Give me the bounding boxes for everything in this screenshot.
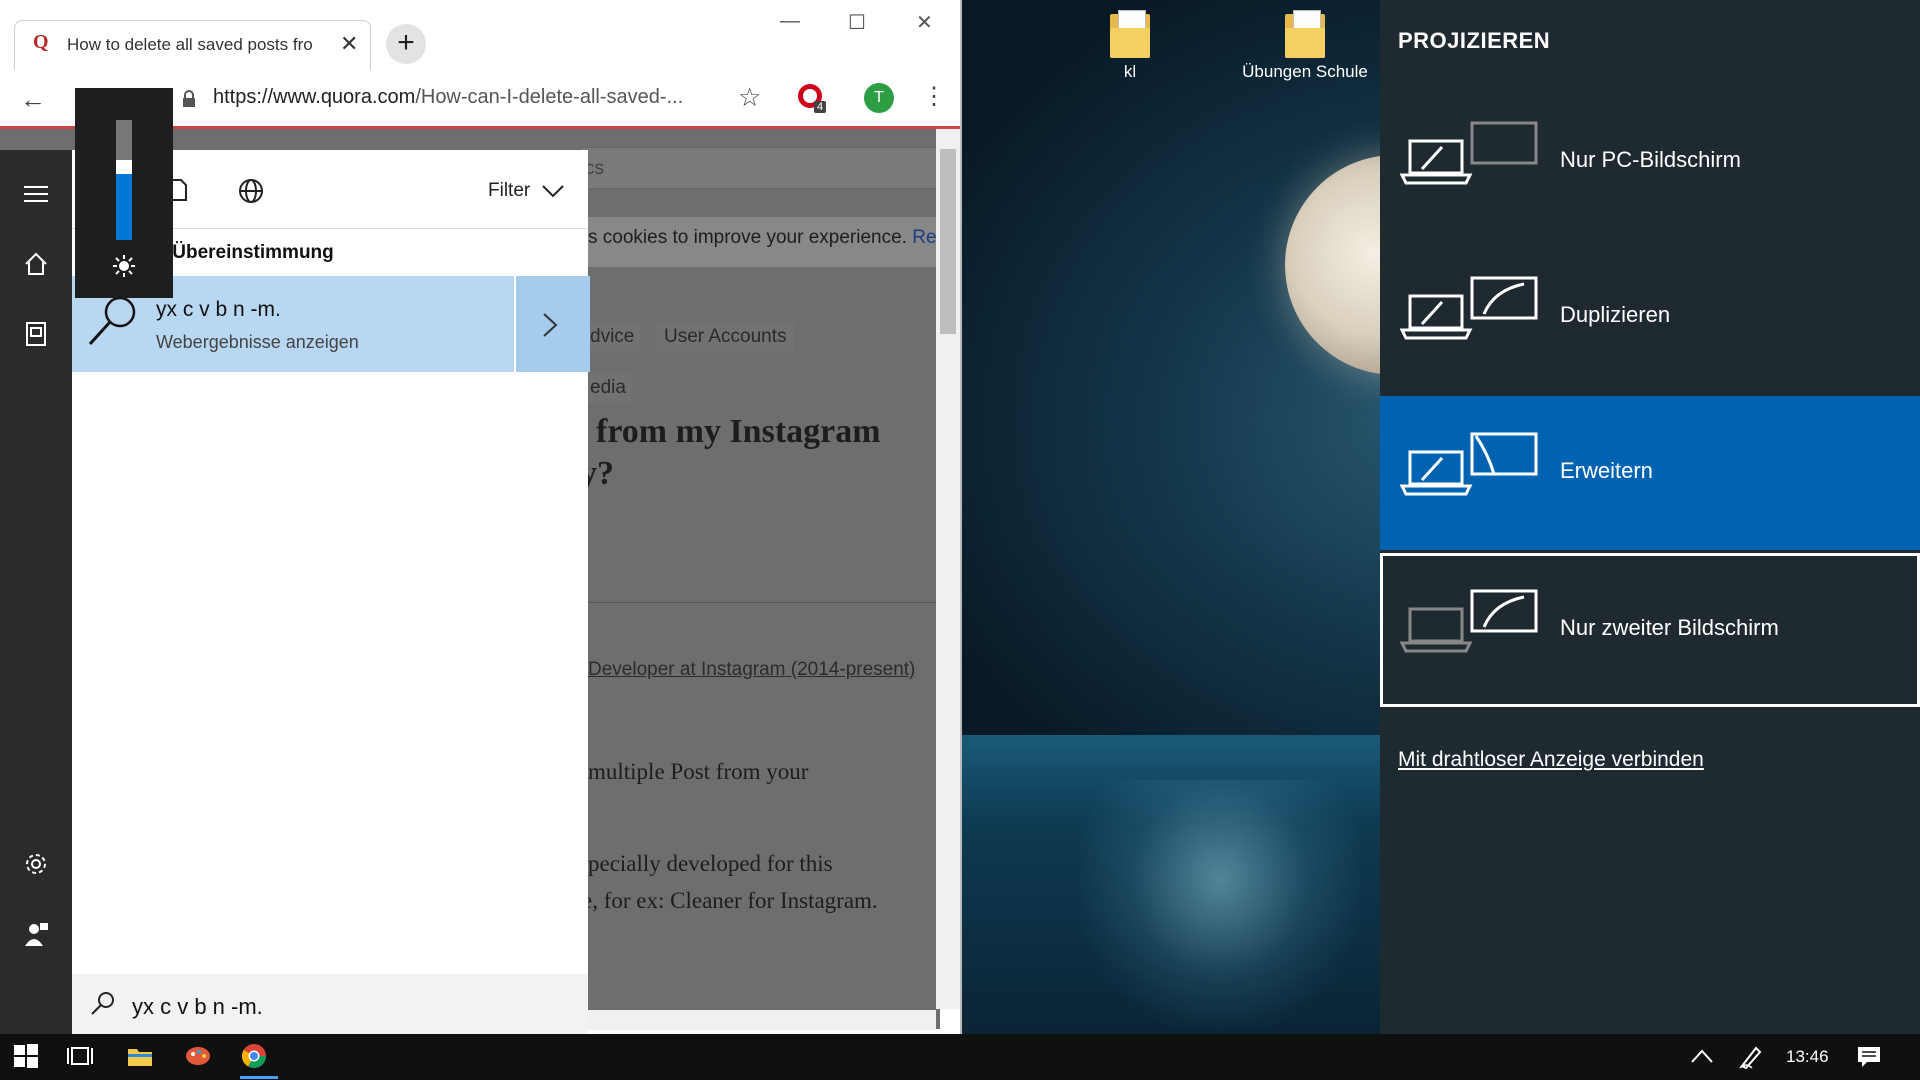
new-tab-button[interactable]: + [386,24,426,64]
wireless-display-link[interactable]: Mit drahtloser Anzeige verbinden [1398,748,1704,772]
close-tab-icon[interactable]: ✕ [340,31,358,57]
pc-screen-only-icon [1400,119,1540,189]
filter-button[interactable]: Filter [488,180,564,202]
taskbar: 13:46 [0,1034,1920,1080]
page-scrollbar[interactable] [936,129,960,1009]
topic-tag[interactable]: dvice [584,322,641,352]
author-credential[interactable]: Developer at Instagram (2014-present) [588,659,915,681]
quora-favicon-icon: Q [33,31,49,53]
project-option-duplicate[interactable]: Duplizieren [1380,240,1920,394]
sun-icon [112,254,136,278]
project-option-label: Nur PC-Bildschirm [1560,147,1741,172]
browser-tab[interactable]: Q How to delete all saved posts fro ✕ [14,20,371,71]
answer-text: pecially developed for this [588,851,833,876]
extend-icon [1400,430,1540,500]
taskbar-clock[interactable]: 13:46 [1786,1047,1829,1067]
project-option-pc-only[interactable]: Nur PC-Bildschirm [1380,85,1920,239]
result-subtitle: Webergebnisse anzeigen [156,332,359,352]
chrome-taskbar-icon[interactable] [240,1042,270,1072]
project-option-label: Nur zweiter Bildschirm [1560,615,1779,640]
task-view-icon[interactable] [66,1042,96,1072]
desktop-icon-kl[interactable]: kl [1055,10,1205,82]
brightness-slider-thumb[interactable] [116,160,132,174]
lock-icon[interactable] [182,90,196,108]
search-query-text: yx c v b n -m. [132,994,263,1019]
project-option-label: Erweitern [1560,458,1653,483]
result-query: yx c v b n -m. [156,298,281,321]
brightness-flyout [75,88,173,298]
web-globe-icon[interactable] [238,178,264,204]
answer-text: e, for ex: Cleaner for Instagram. [582,888,878,913]
page-search-box[interactable]: cs [580,147,938,189]
project-panel: PROJIZIEREN Nur PC-Bildschirm Dupliziere… [1380,0,1920,1034]
desktop-icon-label: kl [1123,62,1137,81]
brightness-level-fill [116,174,132,240]
search-side-nav [0,150,72,1034]
extension-badge: 4 [814,101,827,113]
minimize-icon[interactable]: — [780,10,800,33]
action-center-icon[interactable] [1856,1044,1886,1074]
hamburger-menu-icon[interactable] [22,180,50,208]
tab-title: How to delete all saved posts fro [67,35,313,54]
project-option-label: Duplizieren [1560,302,1671,327]
cookie-notice: s cookies to improve your experience. Re [588,227,937,248]
profile-avatar[interactable]: T [864,83,894,113]
desktop-icon-uebungen-schule[interactable]: Übungen Schule [1230,10,1380,82]
notebook-icon[interactable] [22,320,50,348]
close-window-icon[interactable]: ✕ [916,10,933,35]
menu-kebab-icon[interactable]: ⋮ [922,82,946,111]
tray-chevron-up-icon[interactable] [1690,1046,1720,1076]
answer-text: multiple Post from your [588,759,809,784]
paint-app-icon[interactable] [184,1042,214,1072]
back-arrow-icon[interactable]: ← [20,84,46,115]
settings-gear-icon[interactable] [22,850,50,878]
maximize-icon[interactable]: ☐ [848,10,866,35]
address-bar[interactable]: https://www.quora.com/How-can-I-delete-a… [213,86,683,109]
home-icon[interactable] [22,250,50,278]
project-option-extend[interactable]: Erweitern [1380,396,1920,550]
result-expand-button[interactable] [514,276,590,372]
search-input[interactable]: yx c v b n -m. [72,974,588,1034]
question-heading: from my Instagram [596,413,881,450]
start-windows-icon[interactable] [12,1042,42,1072]
second-screen-only-icon [1400,587,1540,657]
bookmark-star-icon[interactable]: ☆ [738,82,761,113]
horizontal-scrollbar[interactable] [588,1010,936,1030]
search-icon [90,990,116,1016]
folder-icon [1285,10,1325,58]
desktop-icon-label: Übungen Schule [1242,62,1368,81]
duplicate-icon [1400,274,1540,344]
pen-ink-icon[interactable] [1738,1044,1768,1074]
project-option-second-only[interactable]: Nur zweiter Bildschirm [1380,553,1920,707]
project-title: PROJIZIEREN [1398,28,1551,53]
topic-tag[interactable]: User Accounts [656,322,795,352]
topic-tag[interactable]: edia [584,373,632,403]
folder-icon [1110,10,1150,58]
feedback-person-icon[interactable] [22,920,50,948]
file-explorer-icon[interactable] [126,1042,156,1072]
search-result-icon [86,292,142,348]
active-app-indicator [240,1076,278,1079]
